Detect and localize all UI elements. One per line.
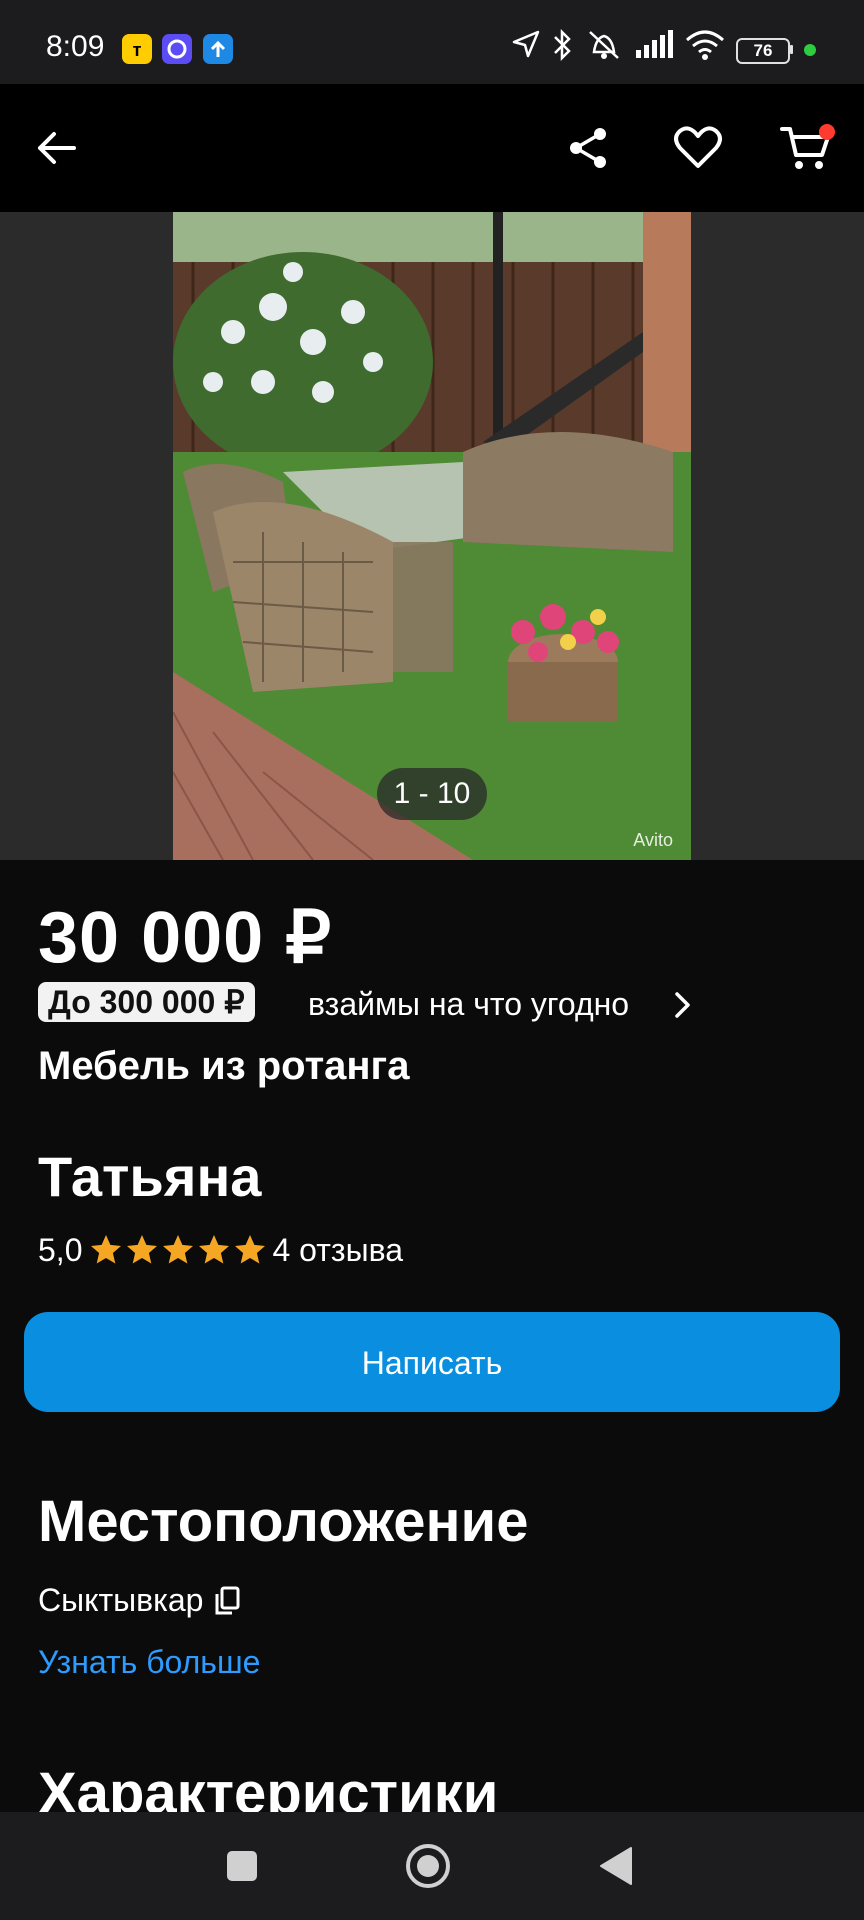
listing-photo[interactable]: Avito <box>173 212 691 860</box>
messenger-app-icon <box>162 34 192 64</box>
star-icon <box>127 1235 158 1264</box>
cart-icon[interactable] <box>770 112 842 184</box>
write-message-button[interactable]: Написать <box>24 1312 840 1412</box>
battery-icon: 76 <box>736 38 790 64</box>
photo-counter: 1 - 10 <box>377 768 487 820</box>
home-circle-icon[interactable] <box>398 1836 458 1896</box>
signal-icon <box>634 28 674 67</box>
loan-text[interactable]: взаймы на что угодно <box>308 986 629 1023</box>
seller-rating[interactable]: 5,0 4 отзыва <box>38 1230 403 1270</box>
star-icon <box>199 1235 230 1264</box>
cart-badge-dot <box>819 124 835 140</box>
back-arrow-icon[interactable] <box>20 112 92 184</box>
avito-watermark: Avito <box>633 830 673 850</box>
city-row[interactable]: Сыктывкар <box>38 1582 241 1619</box>
status-bar: 8:09 т 76 <box>0 0 864 84</box>
photo-gallery[interactable]: Avito 1 - 10 <box>0 212 864 860</box>
star-icon <box>91 1235 122 1264</box>
upload-app-icon <box>203 34 233 64</box>
rating-value: 5,0 <box>38 1231 83 1268</box>
system-nav-bar <box>0 1812 864 1920</box>
listing-title: Мебель из ротанга <box>38 1044 410 1088</box>
seller-name[interactable]: Татьяна <box>38 1144 261 1209</box>
alarm-off-icon <box>586 28 622 67</box>
privacy-indicator-dot <box>804 44 816 56</box>
star-icon <box>163 1235 194 1264</box>
svg-text:т: т <box>133 40 142 60</box>
heart-icon[interactable] <box>662 112 734 184</box>
status-time: 8:09 <box>46 30 105 63</box>
recents-square-icon[interactable] <box>212 1836 272 1896</box>
loan-badge[interactable]: До 300 000 ₽ <box>38 982 255 1022</box>
city-name: Сыктывкар <box>38 1582 204 1618</box>
back-triangle-icon[interactable] <box>586 1836 646 1896</box>
reviews-count[interactable]: 4 отзыва <box>272 1232 403 1269</box>
chevron-right-icon[interactable] <box>672 990 694 1025</box>
bluetooth-icon <box>550 28 574 67</box>
yandex-taxi-app-icon: т <box>122 34 152 64</box>
wifi-icon <box>684 28 726 67</box>
top-app-bar <box>0 84 864 212</box>
rating-stars <box>88 1232 268 1268</box>
star-icon <box>235 1235 266 1264</box>
copy-icon[interactable] <box>213 1585 241 1617</box>
location-icon <box>510 28 542 65</box>
share-icon[interactable] <box>552 112 624 184</box>
battery-tip <box>790 45 793 54</box>
price: 30 000 ₽ <box>38 898 333 978</box>
learn-more-link[interactable]: Узнать больше <box>38 1644 260 1681</box>
location-heading: Местоположение <box>38 1489 529 1554</box>
